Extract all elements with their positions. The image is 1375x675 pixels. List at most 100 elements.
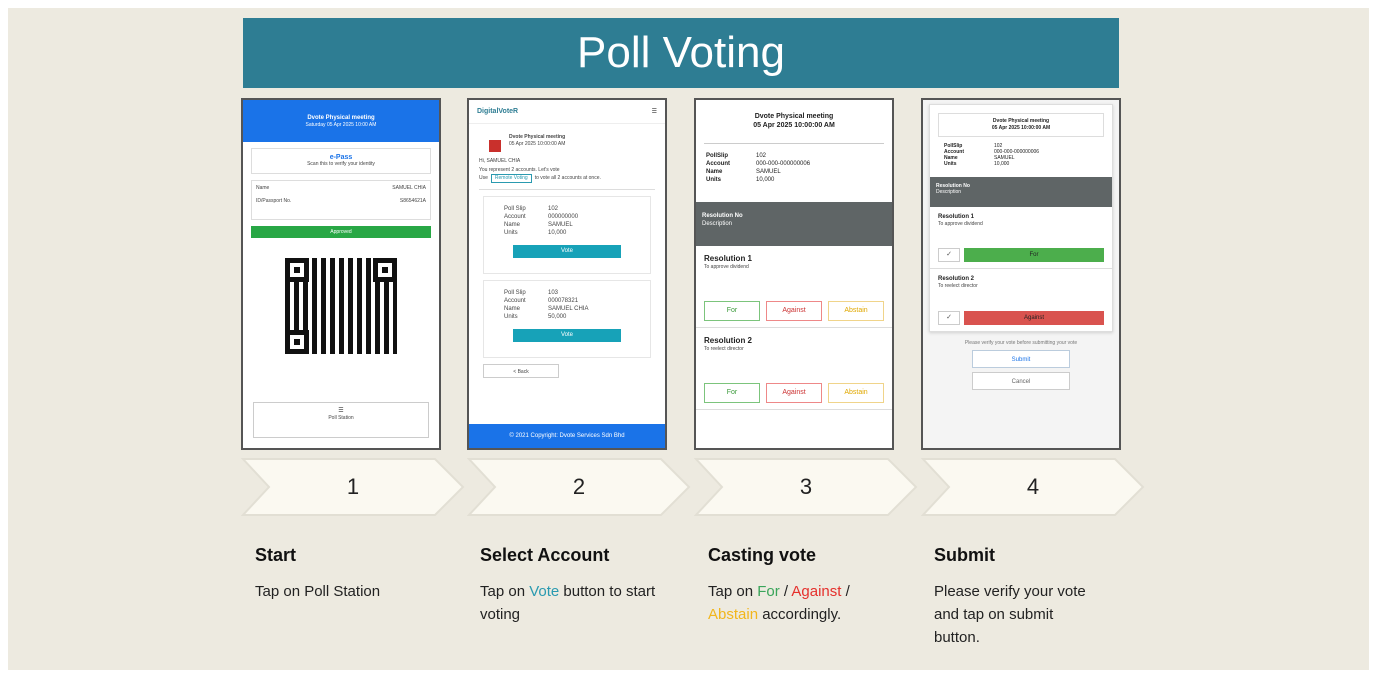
account-label: Account	[504, 298, 526, 304]
description-label: Description	[702, 221, 733, 227]
step-number: 2	[572, 474, 586, 499]
step-heading: Casting vote	[708, 545, 817, 565]
against-button[interactable]: Against	[766, 301, 822, 321]
units-value: 10,000	[756, 177, 775, 183]
slide	[8, 8, 1369, 670]
units-label: Units	[504, 230, 518, 236]
name-label: Name	[256, 185, 270, 191]
poll-station-button[interactable]: ☰ Poll Station	[253, 402, 429, 438]
approved-bar: Approved	[251, 226, 431, 238]
account-label: Account	[706, 161, 730, 167]
epass-card: e-Pass Scan this to verify your identity	[251, 148, 431, 174]
resolution-description: To approve dividend	[704, 264, 749, 270]
vote-highlight: Vote	[529, 583, 560, 600]
app-header: DigitalVoteR ☰	[469, 100, 665, 124]
resolution-description: To approve dividend	[938, 221, 983, 227]
app-footer: © 2021 Copyright: Dvote Services Sdn Bhd	[469, 424, 665, 448]
qr-finder	[285, 330, 309, 354]
calendar-icon	[489, 140, 501, 152]
step-text: Tap on For / Against / Abstain according…	[708, 580, 880, 626]
account-card: Poll Slip 102 Account 000000000 Name SAMUEL…	[483, 196, 651, 274]
meeting-date: 05 Apr 2025 10:00:00 AM	[991, 125, 1051, 131]
submit-button[interactable]: Submit	[972, 350, 1070, 368]
screenshot-select-account: DigitalVoteR ☰ Dvote Physical meeting 05…	[467, 98, 667, 450]
resolution-title: Resolution 2	[704, 336, 753, 345]
units-value: 10,000	[994, 161, 1010, 167]
epass-subtitle: Scan this to verify your identity	[307, 161, 375, 167]
back-button[interactable]: < Back	[483, 364, 559, 378]
app-header: Dvote Physical meeting Saturday 05 Apr 2…	[243, 100, 439, 142]
name-label: Name	[706, 169, 723, 175]
step-heading: Start	[255, 545, 297, 565]
meeting-title: Dvote Physical meeting	[509, 134, 566, 140]
units-value: 10,000	[548, 230, 567, 236]
meeting-date: 05 Apr 2025 10:00:00 AM	[753, 122, 835, 129]
step-description: Select Account Tap on Vote button to sta…	[480, 545, 660, 626]
abstain-button[interactable]: Abstain	[828, 301, 884, 321]
separator: /	[779, 583, 792, 600]
step-description: Submit Please verify your vote and tap o…	[934, 545, 1094, 649]
divider	[479, 189, 655, 190]
abstain-button[interactable]: Abstain	[828, 383, 884, 403]
check-icon: ✓	[938, 248, 960, 262]
resolution-description: To reelect director	[938, 283, 978, 289]
meeting-header: Dvote Physical meeting 05 Apr 2025 10:00…	[938, 113, 1104, 137]
for-button[interactable]: For	[704, 301, 760, 321]
step-text-pre: Tap on	[480, 583, 530, 600]
remote-voting-button[interactable]: Remote Voting	[490, 174, 532, 183]
step-text-post: accordingly.	[758, 606, 842, 623]
screenshot-casting-vote: Dvote Physical meeting 05 Apr 2025 10:00…	[694, 98, 894, 450]
step-description: Casting vote Tap on For / Against / Abst…	[708, 545, 880, 626]
step-chevron: 1	[241, 457, 465, 517]
step-text: Tap on Vote button to start voting	[480, 580, 660, 626]
units-label: Units	[504, 314, 518, 320]
qr-finder	[373, 258, 397, 282]
meeting-info: Dvote Physical meeting 05 Apr 2025 10:00…	[469, 124, 665, 156]
resolution-block: Resolution 2 To reelect director For Aga…	[696, 328, 892, 410]
step-text: Tap on Poll Station	[255, 583, 381, 600]
resolution-no-label: Resolution No	[702, 213, 743, 219]
selected-choice: For	[964, 248, 1104, 262]
poll-slip-value: 102	[548, 206, 559, 212]
poll-station-icon: ☰	[338, 408, 344, 414]
step-heading: Select Account	[480, 545, 610, 565]
resolution-description: To reelect director	[704, 346, 744, 352]
resolution-title: Resolution 1	[938, 214, 975, 220]
vote-button[interactable]: Vote	[513, 245, 621, 258]
account-label: Account	[504, 214, 526, 220]
step-description: Start Tap on Poll Station	[255, 545, 465, 603]
represent-text: You represent 2 accounts. Let's vote	[479, 167, 560, 173]
page-title: Poll Voting	[243, 18, 1119, 88]
menu-icon[interactable]: ☰	[652, 108, 657, 116]
brand-logo: DigitalVoteR	[477, 108, 519, 115]
separator: /	[841, 583, 850, 600]
epass-title: e-Pass	[329, 154, 353, 161]
name-value: SAMUEL	[548, 222, 573, 228]
against-button[interactable]: Against	[766, 383, 822, 403]
cancel-button[interactable]: Cancel	[972, 372, 1070, 390]
step-chevron: 2	[467, 457, 691, 517]
account-card: Poll Slip 103 Account 000078321 Name SAMUEL…	[483, 280, 651, 358]
name-value: SAMUEL	[756, 169, 781, 175]
screenshot-start: Dvote Physical meeting Saturday 05 Apr 2…	[241, 98, 441, 450]
step-text-pre: Tap on	[708, 583, 758, 600]
id-value: S8654621A	[399, 198, 426, 204]
account-value: 000-000-000000006	[756, 161, 811, 167]
step-number: 1	[346, 474, 360, 499]
vote-button[interactable]: Vote	[513, 329, 621, 342]
meeting-title: Dvote Physical meeting	[754, 113, 834, 120]
resolution-block: Resolution 1 To approve dividend ✓ For	[930, 207, 1112, 269]
name-label: Name	[504, 306, 521, 312]
step-number: 3	[799, 474, 813, 499]
step-chevron: 3	[694, 457, 918, 517]
meeting-title: Dvote Physical meeting	[307, 115, 375, 121]
resolution-header: Resolution No Description	[930, 177, 1112, 207]
qr-code	[285, 258, 397, 354]
for-button[interactable]: For	[704, 383, 760, 403]
use-post-text: to vote all 2 accounts at once.	[534, 175, 601, 181]
resolution-title: Resolution 1	[704, 254, 753, 263]
step-number: 4	[1026, 474, 1040, 499]
account-value: 000078321	[548, 298, 579, 304]
meeting-date: 05 Apr 2025 10:00:00 AM	[509, 141, 566, 147]
units-label: Units	[944, 161, 957, 167]
